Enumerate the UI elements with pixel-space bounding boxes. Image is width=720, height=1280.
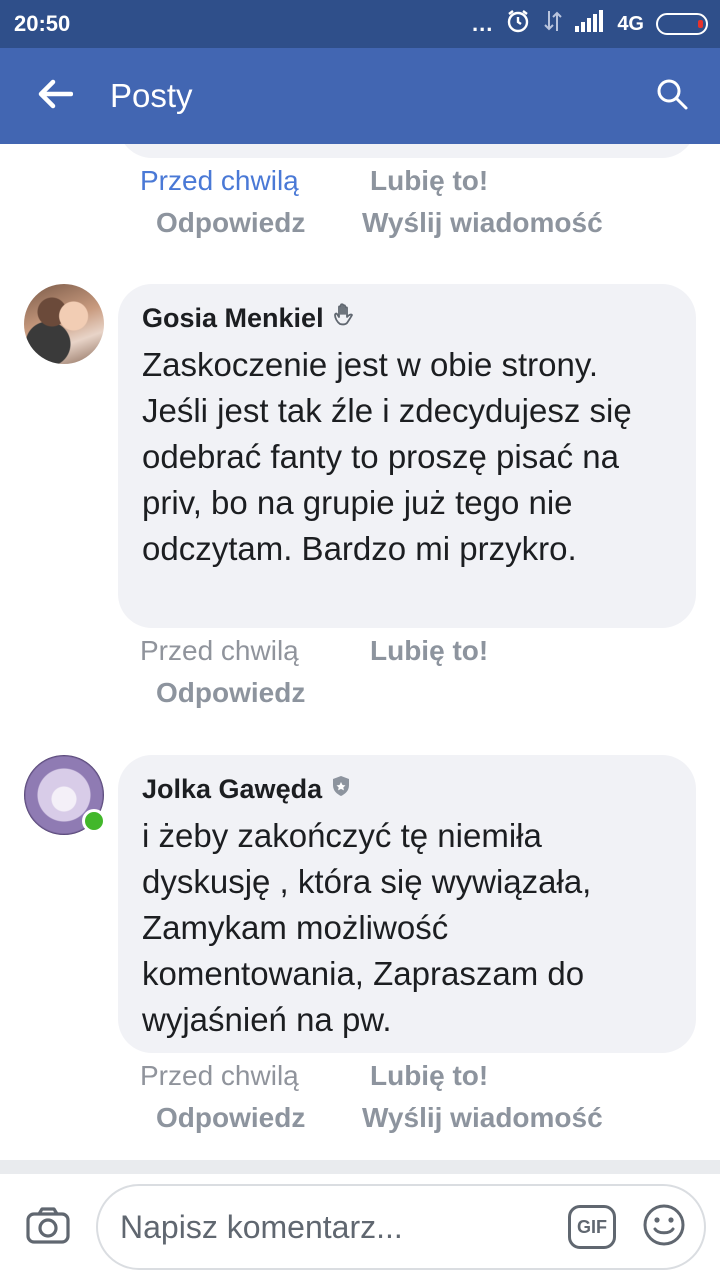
back-button[interactable] — [0, 48, 110, 144]
comment-composer: GIF — [0, 1174, 720, 1280]
previous-comment-bubble — [118, 144, 696, 158]
arrow-left-icon — [37, 79, 74, 114]
comment-input-container[interactable]: GIF — [96, 1184, 706, 1270]
comment-time[interactable]: Przed chwilą — [140, 165, 370, 197]
camera-button[interactable] — [0, 1174, 96, 1280]
comment-author[interactable]: Jolka Gawęda — [142, 769, 672, 809]
like-button[interactable]: Lubię to! — [370, 635, 488, 667]
battery-icon — [656, 13, 708, 35]
comment-input[interactable] — [120, 1208, 568, 1246]
admin-shield-icon — [330, 774, 352, 805]
like-button[interactable]: Lubię to! — [370, 1060, 488, 1092]
author-name[interactable]: Jolka Gawęda — [142, 774, 322, 805]
status-icons: ... 4G — [472, 8, 708, 40]
comments-feed[interactable]: Przed chwilą Lubię to! Odpowiedz Wyślij … — [0, 144, 720, 1160]
alarm-icon — [505, 8, 531, 40]
reply-button[interactable]: Odpowiedz — [156, 1102, 362, 1134]
comment-time[interactable]: Przed chwilą — [140, 635, 370, 667]
app-bar: Posty — [0, 48, 720, 144]
network-type: 4G — [617, 12, 644, 35]
search-button[interactable] — [624, 48, 720, 144]
gif-button[interactable]: GIF — [568, 1205, 616, 1249]
like-button[interactable]: Lubię to! — [370, 165, 488, 197]
comment-actions: Przed chwilą Lubię to! Odpowiedz — [140, 630, 488, 714]
emoji-icon — [642, 1203, 686, 1252]
reply-button[interactable]: Odpowiedz — [156, 677, 362, 709]
send-message-button[interactable]: Wyślij wiadomość — [362, 207, 603, 239]
divider — [0, 1160, 720, 1174]
comment-bubble[interactable]: Gosia Menkiel Zaskoczenie jest w obie st… — [118, 284, 696, 628]
search-icon — [655, 77, 689, 116]
reply-button[interactable]: Odpowiedz — [156, 207, 362, 239]
data-transfer-icon — [543, 9, 563, 39]
comment-author[interactable]: Gosia Menkiel — [142, 298, 672, 338]
camera-icon — [25, 1205, 71, 1250]
author-name[interactable]: Gosia Menkiel — [142, 303, 324, 334]
comment-text: i żeby zakończyć tę niemiła dyskusję , k… — [142, 817, 592, 1038]
comment-actions: Przed chwilą Lubię to! Odpowiedz Wyślij … — [140, 1055, 603, 1139]
notification-dots: ... — [471, 11, 494, 36]
signal-icon — [575, 10, 605, 38]
status-time: 20:50 — [14, 11, 71, 36]
page-title: Posty — [110, 77, 193, 114]
send-message-button[interactable]: Wyślij wiadomość — [362, 1102, 603, 1134]
comment-text: Zaskoczenie jest w obie strony. Jeśli je… — [142, 346, 632, 567]
avatar[interactable] — [24, 284, 104, 364]
comment-time[interactable]: Przed chwilą — [140, 1060, 370, 1092]
comment-bubble[interactable]: Jolka Gawęda i żeby zakończyć tę niemiła… — [118, 755, 696, 1053]
emoji-button[interactable] — [642, 1203, 686, 1252]
status-bar: 20:50 ... 4G — [0, 0, 720, 48]
online-status-indicator — [82, 809, 106, 833]
wave-hand-icon — [332, 302, 358, 335]
previous-comment-actions: Przed chwilą Lubię to! Odpowiedz Wyślij … — [140, 160, 603, 244]
